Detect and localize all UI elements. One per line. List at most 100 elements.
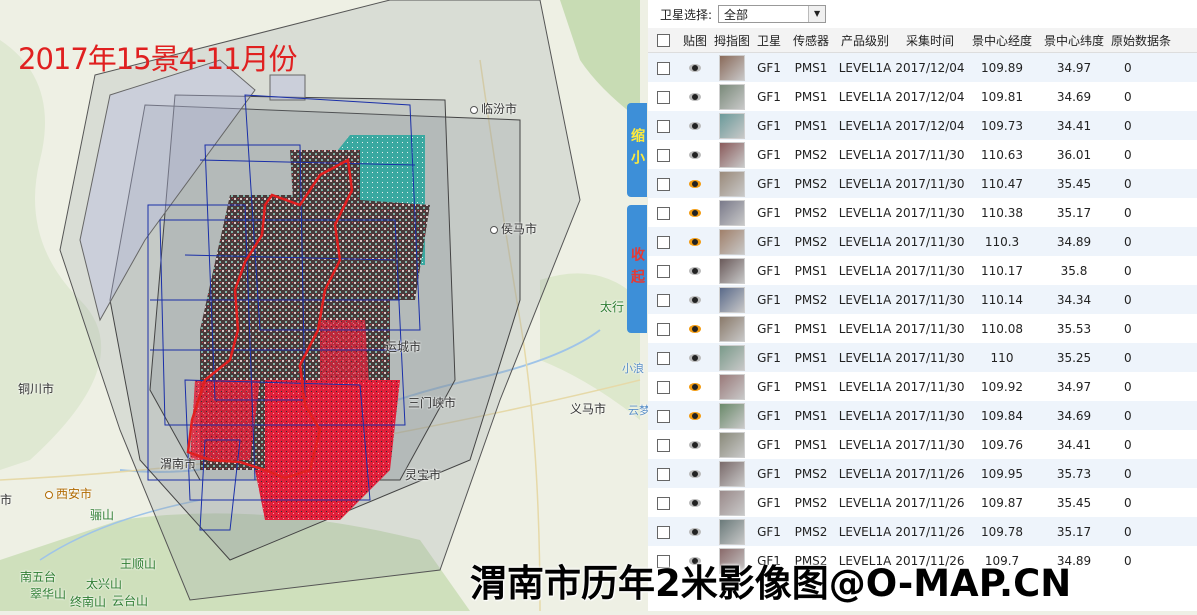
row-select-cell[interactable] xyxy=(648,401,678,430)
column-header[interactable]: 采集时间 xyxy=(894,28,966,53)
row-checkbox[interactable] xyxy=(656,206,670,220)
eye-icon[interactable] xyxy=(689,238,701,246)
thumbnail-cell[interactable] xyxy=(712,52,752,82)
row-select-cell[interactable] xyxy=(648,198,678,227)
overlay-toggle-cell[interactable] xyxy=(678,82,712,111)
row-select-cell[interactable] xyxy=(648,488,678,517)
thumbnail-cell[interactable] xyxy=(712,459,752,488)
thumbnail-cell[interactable] xyxy=(712,430,752,459)
thumbnail-image[interactable] xyxy=(719,199,745,226)
eye-icon[interactable] xyxy=(689,209,701,217)
thumbnail-cell[interactable] xyxy=(712,169,752,198)
row-select-cell[interactable] xyxy=(648,343,678,372)
row-select-cell[interactable] xyxy=(648,169,678,198)
thumbnail-image[interactable] xyxy=(719,170,745,197)
table-row[interactable]: GF1 PMS1 LEVEL1A 2017/11/30 109.76 34.41 0 xyxy=(648,430,1197,459)
row-checkbox[interactable] xyxy=(656,90,670,104)
table-row[interactable]: GF1 PMS2 LEVEL1A 2017/11/30 110.3 34.89 0 xyxy=(648,227,1197,256)
thumbnail-image[interactable] xyxy=(719,315,745,342)
overlay-toggle-cell[interactable] xyxy=(678,111,712,140)
table-row[interactable]: GF1 PMS1 LEVEL1A 2017/11/30 110 35.25 0 xyxy=(648,343,1197,372)
eye-icon[interactable] xyxy=(689,122,701,130)
thumbnail-image[interactable] xyxy=(719,228,745,255)
table-row[interactable]: GF1 PMS2 LEVEL1A 2017/11/30 110.63 36.01 0 xyxy=(648,140,1197,169)
row-checkbox[interactable] xyxy=(656,467,670,481)
thumbnail-image[interactable] xyxy=(719,460,745,487)
row-select-cell[interactable] xyxy=(648,111,678,140)
column-header[interactable]: 传感器 xyxy=(786,28,836,53)
row-select-cell[interactable] xyxy=(648,140,678,169)
shrink-tab[interactable]: 缩小 xyxy=(627,103,647,197)
thumbnail-cell[interactable] xyxy=(712,372,752,401)
column-header[interactable]: 景中心经度 xyxy=(966,28,1038,53)
select-all-checkbox[interactable] xyxy=(656,34,670,47)
table-row[interactable]: GF1 PMS2 LEVEL1A 2017/11/30 110.14 34.34 0 xyxy=(648,285,1197,314)
thumbnail-cell[interactable] xyxy=(712,198,752,227)
table-row[interactable]: GF1 PMS1 LEVEL1A 2017/12/04 109.81 34.69 0 xyxy=(648,82,1197,111)
overlay-toggle-cell[interactable] xyxy=(678,430,712,459)
row-checkbox[interactable] xyxy=(656,177,670,191)
thumbnail-cell[interactable] xyxy=(712,343,752,372)
overlay-toggle-cell[interactable] xyxy=(678,140,712,169)
column-header[interactable]: 拇指图 xyxy=(712,28,752,53)
table-row[interactable]: GF1 PMS1 LEVEL1A 2017/12/04 109.73 34.41 0 xyxy=(648,111,1197,140)
thumbnail-image[interactable] xyxy=(719,257,745,284)
row-select-cell[interactable] xyxy=(648,256,678,285)
row-select-cell[interactable] xyxy=(648,314,678,343)
column-header[interactable]: 原始数据条 xyxy=(1110,28,1197,53)
thumbnail-cell[interactable] xyxy=(712,314,752,343)
thumbnail-cell[interactable] xyxy=(712,401,752,430)
row-checkbox[interactable] xyxy=(656,235,670,249)
table-row[interactable]: GF1 PMS2 LEVEL1A 2017/11/30 110.38 35.17 0 xyxy=(648,198,1197,227)
thumbnail-image[interactable] xyxy=(719,402,745,429)
row-select-cell[interactable] xyxy=(648,430,678,459)
thumbnail-cell[interactable] xyxy=(712,517,752,546)
table-row[interactable]: GF1 PMS1 LEVEL1A 2017/11/30 110.17 35.8 0 xyxy=(648,256,1197,285)
overlay-toggle-cell[interactable] xyxy=(678,256,712,285)
thumbnail-image[interactable] xyxy=(719,373,745,400)
row-select-cell[interactable] xyxy=(648,372,678,401)
eye-icon[interactable] xyxy=(689,64,701,72)
thumbnail-cell[interactable] xyxy=(712,111,752,140)
overlay-toggle-cell[interactable] xyxy=(678,52,712,82)
row-checkbox[interactable] xyxy=(656,438,670,452)
eye-icon[interactable] xyxy=(689,296,701,304)
overlay-toggle-cell[interactable] xyxy=(678,372,712,401)
row-select-cell[interactable] xyxy=(648,285,678,314)
row-checkbox[interactable] xyxy=(656,496,670,510)
table-row[interactable]: GF1 PMS2 LEVEL1A 2017/11/30 110.47 35.45 0 xyxy=(648,169,1197,198)
overlay-toggle-cell[interactable] xyxy=(678,227,712,256)
overlay-toggle-cell[interactable] xyxy=(678,343,712,372)
eye-icon[interactable] xyxy=(689,325,701,333)
column-header[interactable]: 贴图 xyxy=(678,28,712,53)
overlay-toggle-cell[interactable] xyxy=(678,314,712,343)
thumbnail-image[interactable] xyxy=(719,54,745,81)
row-checkbox[interactable] xyxy=(656,264,670,278)
table-row[interactable]: GF1 PMS2 LEVEL1A 2017/11/26 109.87 35.45 0 xyxy=(648,488,1197,517)
overlay-toggle-cell[interactable] xyxy=(678,517,712,546)
collapse-tab[interactable]: 收起 xyxy=(627,205,647,333)
overlay-toggle-cell[interactable] xyxy=(678,401,712,430)
row-checkbox[interactable] xyxy=(656,525,670,539)
eye-icon[interactable] xyxy=(689,499,701,507)
thumbnail-image[interactable] xyxy=(719,141,745,168)
select-all-header[interactable] xyxy=(648,28,678,53)
thumbnail-cell[interactable] xyxy=(712,256,752,285)
row-checkbox[interactable] xyxy=(656,148,670,162)
eye-icon[interactable] xyxy=(689,93,701,101)
eye-icon[interactable] xyxy=(689,470,701,478)
thumbnail-image[interactable] xyxy=(719,518,745,545)
table-row[interactable]: GF1 PMS1 LEVEL1A 2017/11/30 109.84 34.69 0 xyxy=(648,401,1197,430)
eye-icon[interactable] xyxy=(689,412,701,420)
row-checkbox[interactable] xyxy=(656,380,670,394)
column-header[interactable]: 卫星 xyxy=(752,28,786,53)
table-row[interactable]: GF1 PMS1 LEVEL1A 2017/11/30 110.08 35.53 0 xyxy=(648,314,1197,343)
column-header[interactable]: 景中心纬度 xyxy=(1038,28,1110,53)
overlay-toggle-cell[interactable] xyxy=(678,488,712,517)
table-row[interactable]: GF1 PMS2 LEVEL1A 2017/11/26 109.78 35.17 0 xyxy=(648,517,1197,546)
row-select-cell[interactable] xyxy=(648,459,678,488)
thumbnail-image[interactable] xyxy=(719,489,745,516)
overlay-toggle-cell[interactable] xyxy=(678,169,712,198)
table-row[interactable]: GF1 PMS1 LEVEL1A 2017/12/04 109.89 34.97 0 xyxy=(648,52,1197,82)
thumbnail-cell[interactable] xyxy=(712,488,752,517)
